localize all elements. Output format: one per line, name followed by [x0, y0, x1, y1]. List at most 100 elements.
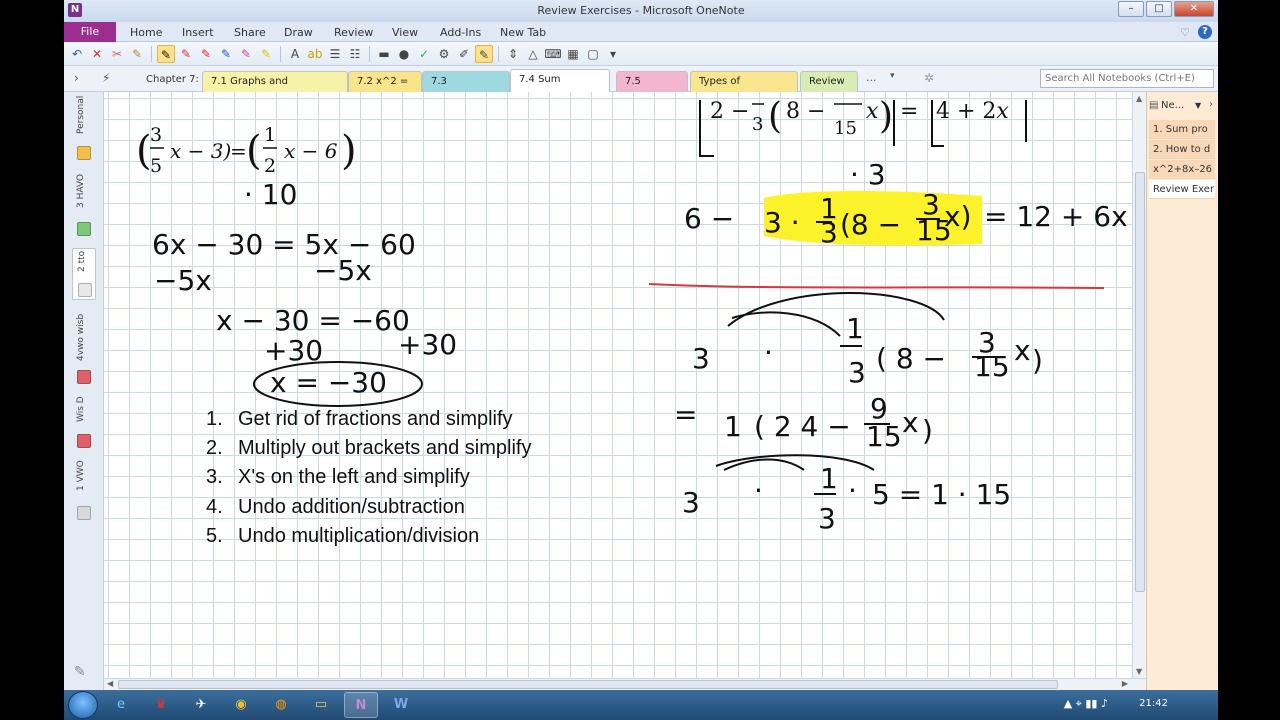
ink-stroke: )	[341, 128, 357, 174]
screen-border-left	[0, 0, 64, 720]
ink-stroke: ·	[848, 474, 857, 507]
vertical-scroll-thumb[interactable]	[1135, 172, 1145, 592]
ink-stroke: x)	[944, 200, 972, 233]
ink-stroke: ·	[764, 336, 773, 369]
ink-stroke: x	[1014, 334, 1031, 367]
ink-stroke: ( 8 −	[876, 342, 946, 375]
ink-stroke: 5	[150, 155, 162, 177]
ink-stroke: 6x − 30 = 5x − 60	[152, 228, 416, 261]
media-icon[interactable]: ♛	[144, 692, 178, 718]
internet-explorer-icon[interactable]: e	[104, 692, 138, 718]
ink-stroke: 8 −	[786, 99, 825, 124]
step-number: 1.	[206, 408, 223, 430]
clock[interactable]: 21:42	[1139, 698, 1168, 709]
ink-stroke: 3	[848, 356, 866, 389]
ink-stroke: 15	[834, 118, 857, 139]
list-item: 3. X's on the left and simplify	[206, 463, 531, 492]
handwritten-work-lower: 3 · 1 3 ( 8 − 3 15 x ) = 1 ( 2 4 − 9 15 …	[674, 292, 1043, 535]
step-number: 5.	[206, 524, 223, 547]
page-item-quadratic[interactable]: x^2+8x–26	[1149, 160, 1215, 179]
ink-stroke: 1	[264, 124, 276, 146]
step-text: Undo addition/subtraction	[238, 495, 465, 518]
red-divider-stroke	[648, 283, 1105, 289]
explorer-icon[interactable]: ▭	[304, 692, 338, 718]
ink-stroke: ( 2 4 −	[754, 410, 851, 443]
page-item-how-to[interactable]: 2. How to d	[1149, 140, 1215, 159]
page-item-review-exercises[interactable]: Review Exer	[1149, 180, 1215, 199]
ink-stroke: (	[768, 96, 782, 137]
ink-stroke: = 12 + 6x	[984, 200, 1128, 233]
ink-stroke: x − 6	[284, 139, 338, 163]
list-item: 1. Get rid of fractions and simplify	[206, 405, 531, 434]
new-page-button[interactable]: Ne...	[1161, 100, 1184, 111]
horizontal-scroll-thumb[interactable]	[118, 680, 1058, 689]
ink-stroke: 3	[682, 486, 700, 519]
step-text: X's on the left and simplify	[238, 466, 470, 489]
scroll-down-icon[interactable]: ▼	[1136, 667, 1142, 676]
ink-stroke: x	[866, 99, 879, 124]
new-page-dropdown-icon[interactable]: ▼	[1195, 101, 1201, 110]
ink-stroke: 3	[818, 502, 836, 535]
handwritten-solution: 6x − 30 = 5x − 60 −5x −5x x − 30 = −60 +…	[152, 228, 457, 407]
ink-stroke: 3 ·	[764, 206, 800, 239]
onenote-taskbar-icon[interactable]: N	[344, 692, 378, 718]
new-page-icon[interactable]: ▤	[1149, 100, 1158, 111]
page-item-sum-product[interactable]: 1. Sum pro	[1149, 120, 1215, 139]
ink-stroke: 3	[692, 342, 710, 375]
scroll-left-icon[interactable]: ◀	[107, 679, 113, 688]
pinned-app-icon[interactable]: ✈	[184, 692, 218, 718]
ink-stroke: 3	[752, 114, 763, 135]
start-button[interactable]	[68, 691, 98, 719]
ink-stroke: )	[1032, 344, 1043, 377]
ink-layer: ( 3 5 x − 3) = ( 1 2 x − 6 ) · 10 6x − 3…	[136, 96, 1128, 535]
ink-stroke: =	[674, 398, 697, 431]
collapse-pages-icon[interactable]: ›	[1209, 99, 1213, 110]
highlighted-expression: 6 − 3 · 1 3 (8 − 3 15 x) = 12 + 6x	[684, 188, 1128, 249]
ink-stroke: ·	[754, 474, 763, 507]
windows-taskbar: e ♛ ✈ ◉ ◍ ▭ N W ▲ ⌖ ▮▮ ♪ 21:42	[64, 690, 1218, 720]
scroll-right-icon[interactable]: ▶	[1122, 679, 1128, 688]
step-text: Get rid of fractions and simplify	[238, 408, 513, 430]
step-text: Multiply out brackets and simplify	[238, 437, 532, 460]
ink-stroke: (8 −	[840, 208, 901, 241]
ink-stroke: x − 3)	[170, 139, 231, 163]
vertical-scrollbar[interactable]: ▲ ▼	[1132, 92, 1146, 678]
ink-stroke: −5x	[314, 254, 372, 287]
ink-stroke: 15	[866, 420, 902, 453]
ink-stroke: x − 30 = −60	[216, 304, 410, 337]
step-number: 2.	[206, 437, 223, 460]
ink-stroke: −5x	[154, 264, 212, 297]
word-icon[interactable]: W	[384, 692, 418, 718]
ink-stroke: =	[230, 139, 247, 163]
ink-stroke: (	[246, 128, 262, 174]
step-number: 4.	[206, 495, 223, 518]
ink-stroke: =	[900, 99, 918, 124]
ink-stroke: 2	[264, 155, 276, 177]
ink-stroke: 1	[820, 462, 838, 495]
ink-stroke: 15	[974, 350, 1010, 383]
ink-stroke: · 3	[850, 158, 886, 191]
equation-top-left: ( 3 5 x − 3) = ( 1 2 x − 6 ) · 10	[136, 124, 357, 211]
step-number: 3.	[206, 466, 223, 489]
onenote-window: N Review Exercises - Microsoft OneNote –…	[64, 0, 1218, 720]
screen-border-right	[1218, 0, 1280, 720]
firefox-icon[interactable]: ◍	[264, 692, 298, 718]
ink-stroke	[727, 292, 945, 327]
scroll-up-icon[interactable]: ▲	[1136, 94, 1142, 103]
ink-stroke: 3	[150, 124, 162, 146]
tray-icons[interactable]: ▲ ⌖ ▮▮ ♪	[1064, 697, 1108, 711]
horizontal-scrollbar[interactable]: ◀ ▶	[104, 678, 1146, 690]
page-tabs-pane: ▤ Ne... ▼ › 1. Sum pro 2. How to d x^2+8…	[1146, 92, 1218, 690]
ink-stroke: 5 = 1 · 15	[872, 478, 1011, 511]
ink-stroke: 2 −	[710, 99, 749, 124]
ink-stroke: · 10	[244, 178, 297, 211]
chrome-icon[interactable]: ◉	[224, 692, 258, 718]
ink-stroke: 3	[820, 216, 838, 249]
list-item: 5. Undo multiplication/division	[206, 522, 531, 551]
list-item: 2. Multiply out brackets and simplify	[206, 434, 531, 463]
steps-list[interactable]: 1. Get rid of fractions and simplify 2. Mu…	[206, 405, 531, 551]
equation-top-right: 2 − 3 ( 8 − 15 x ) = 4 + 2x · 3	[699, 96, 1027, 191]
ink-stroke: 4 + 2x	[936, 99, 1009, 124]
ink-stroke: )	[879, 96, 893, 137]
ink-stroke: )	[922, 414, 933, 447]
